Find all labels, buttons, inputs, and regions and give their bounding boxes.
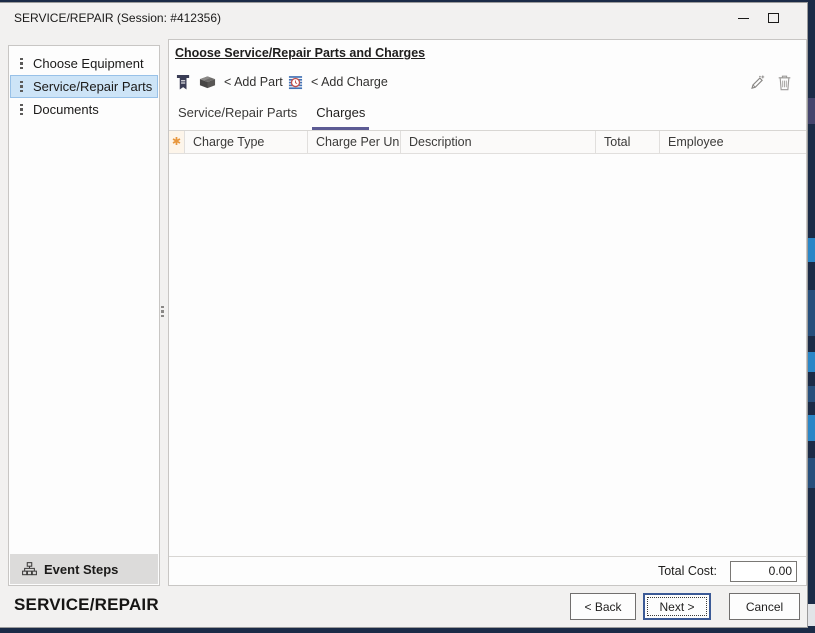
next-button[interactable]: Next > bbox=[643, 593, 711, 620]
total-cost-row: Total Cost: bbox=[169, 557, 806, 585]
wizard-steps-list: Choose Equipment Service/Repair Parts Do… bbox=[9, 46, 159, 121]
required-asterisk-icon: ✱ bbox=[172, 137, 181, 148]
edit-pen-icon[interactable] bbox=[749, 66, 766, 98]
add-charge-label: < Add Charge bbox=[311, 75, 388, 89]
background-app-right-strip bbox=[808, 0, 815, 633]
total-cost-label: Total Cost: bbox=[658, 564, 717, 578]
package-box-icon[interactable] bbox=[199, 66, 216, 98]
sidebar-item-label: Documents bbox=[33, 102, 99, 117]
required-column-header[interactable]: ✱ bbox=[169, 131, 185, 153]
sidebar-item-documents[interactable]: Documents bbox=[10, 98, 158, 121]
grid-header-row: ✱ Charge Type Charge Per Unit Descriptio… bbox=[169, 131, 806, 154]
tab-bar: Service/Repair Parts Charges bbox=[177, 102, 366, 128]
background-strip-segment bbox=[808, 604, 815, 626]
window-title: SERVICE/REPAIR (Session: #412356) bbox=[14, 3, 221, 33]
background-strip-segment bbox=[808, 238, 815, 262]
grip-dots-icon bbox=[20, 81, 23, 92]
tab-charges[interactable]: Charges bbox=[315, 102, 366, 128]
cancel-button[interactable]: Cancel bbox=[729, 593, 800, 620]
title-bar: SERVICE/REPAIR (Session: #412356) bbox=[0, 3, 807, 33]
add-part-button[interactable]: < Add Part bbox=[219, 66, 283, 98]
column-header-charge-type[interactable]: Charge Type bbox=[185, 131, 308, 153]
tab-service-repair-parts[interactable]: Service/Repair Parts bbox=[177, 102, 298, 128]
grip-dots-icon bbox=[20, 104, 23, 115]
maximize-button[interactable] bbox=[760, 3, 786, 33]
column-header-description[interactable]: Description bbox=[401, 131, 596, 153]
column-header-charge-per-unit[interactable]: Charge Per Unit bbox=[308, 131, 401, 153]
background-strip-segment bbox=[808, 386, 815, 402]
add-charge-button[interactable]: < Add Charge bbox=[306, 66, 388, 98]
background-app-bottom-strip bbox=[0, 628, 815, 633]
receipt-icon[interactable] bbox=[176, 66, 191, 98]
maximize-icon bbox=[768, 13, 779, 23]
background-strip-segment bbox=[808, 458, 815, 488]
add-part-label: < Add Part bbox=[224, 75, 283, 89]
minimize-icon bbox=[738, 18, 749, 19]
column-header-employee[interactable]: Employee bbox=[660, 131, 806, 153]
total-cost-input[interactable] bbox=[730, 561, 797, 582]
service-repair-dialog: SERVICE/REPAIR (Session: #412356) Choose… bbox=[0, 2, 808, 628]
background-strip-segment bbox=[808, 98, 815, 124]
background-strip-segment bbox=[808, 415, 815, 441]
background-strip-segment bbox=[808, 290, 815, 336]
grid-empty-body[interactable] bbox=[169, 154, 806, 556]
wizard-steps-sidebar: Choose Equipment Service/Repair Parts Do… bbox=[8, 45, 160, 586]
parts-and-charges-panel: Choose Service/Repair Parts and Charges bbox=[168, 39, 807, 586]
splitter-grip[interactable] bbox=[161, 306, 164, 319]
toolbar: < Add Part < Add Charge bbox=[169, 66, 806, 98]
back-button[interactable]: < Back bbox=[570, 593, 636, 620]
trash-icon[interactable] bbox=[777, 66, 792, 98]
footer-bar: SERVICE/REPAIR < Back Next > Cancel bbox=[0, 586, 807, 627]
footer-title: SERVICE/REPAIR bbox=[14, 595, 159, 615]
grip-dots-icon bbox=[20, 58, 23, 69]
sidebar-item-label: Service/Repair Parts bbox=[33, 79, 152, 94]
sidebar-item-choose-equipment[interactable]: Choose Equipment bbox=[10, 52, 158, 75]
charges-grid: ✱ Charge Type Charge Per Unit Descriptio… bbox=[169, 130, 806, 557]
sitemap-icon bbox=[22, 562, 37, 576]
panel-heading: Choose Service/Repair Parts and Charges bbox=[175, 46, 425, 60]
event-steps-button[interactable]: Event Steps bbox=[10, 554, 158, 584]
sidebar-item-label: Choose Equipment bbox=[33, 56, 144, 71]
sidebar-item-service-repair-parts[interactable]: Service/Repair Parts bbox=[10, 75, 158, 98]
charge-list-clock-icon[interactable] bbox=[288, 66, 303, 98]
minimize-button[interactable] bbox=[730, 3, 756, 33]
column-header-total[interactable]: Total bbox=[596, 131, 660, 153]
background-strip-segment bbox=[808, 352, 815, 372]
event-steps-label: Event Steps bbox=[44, 562, 118, 577]
